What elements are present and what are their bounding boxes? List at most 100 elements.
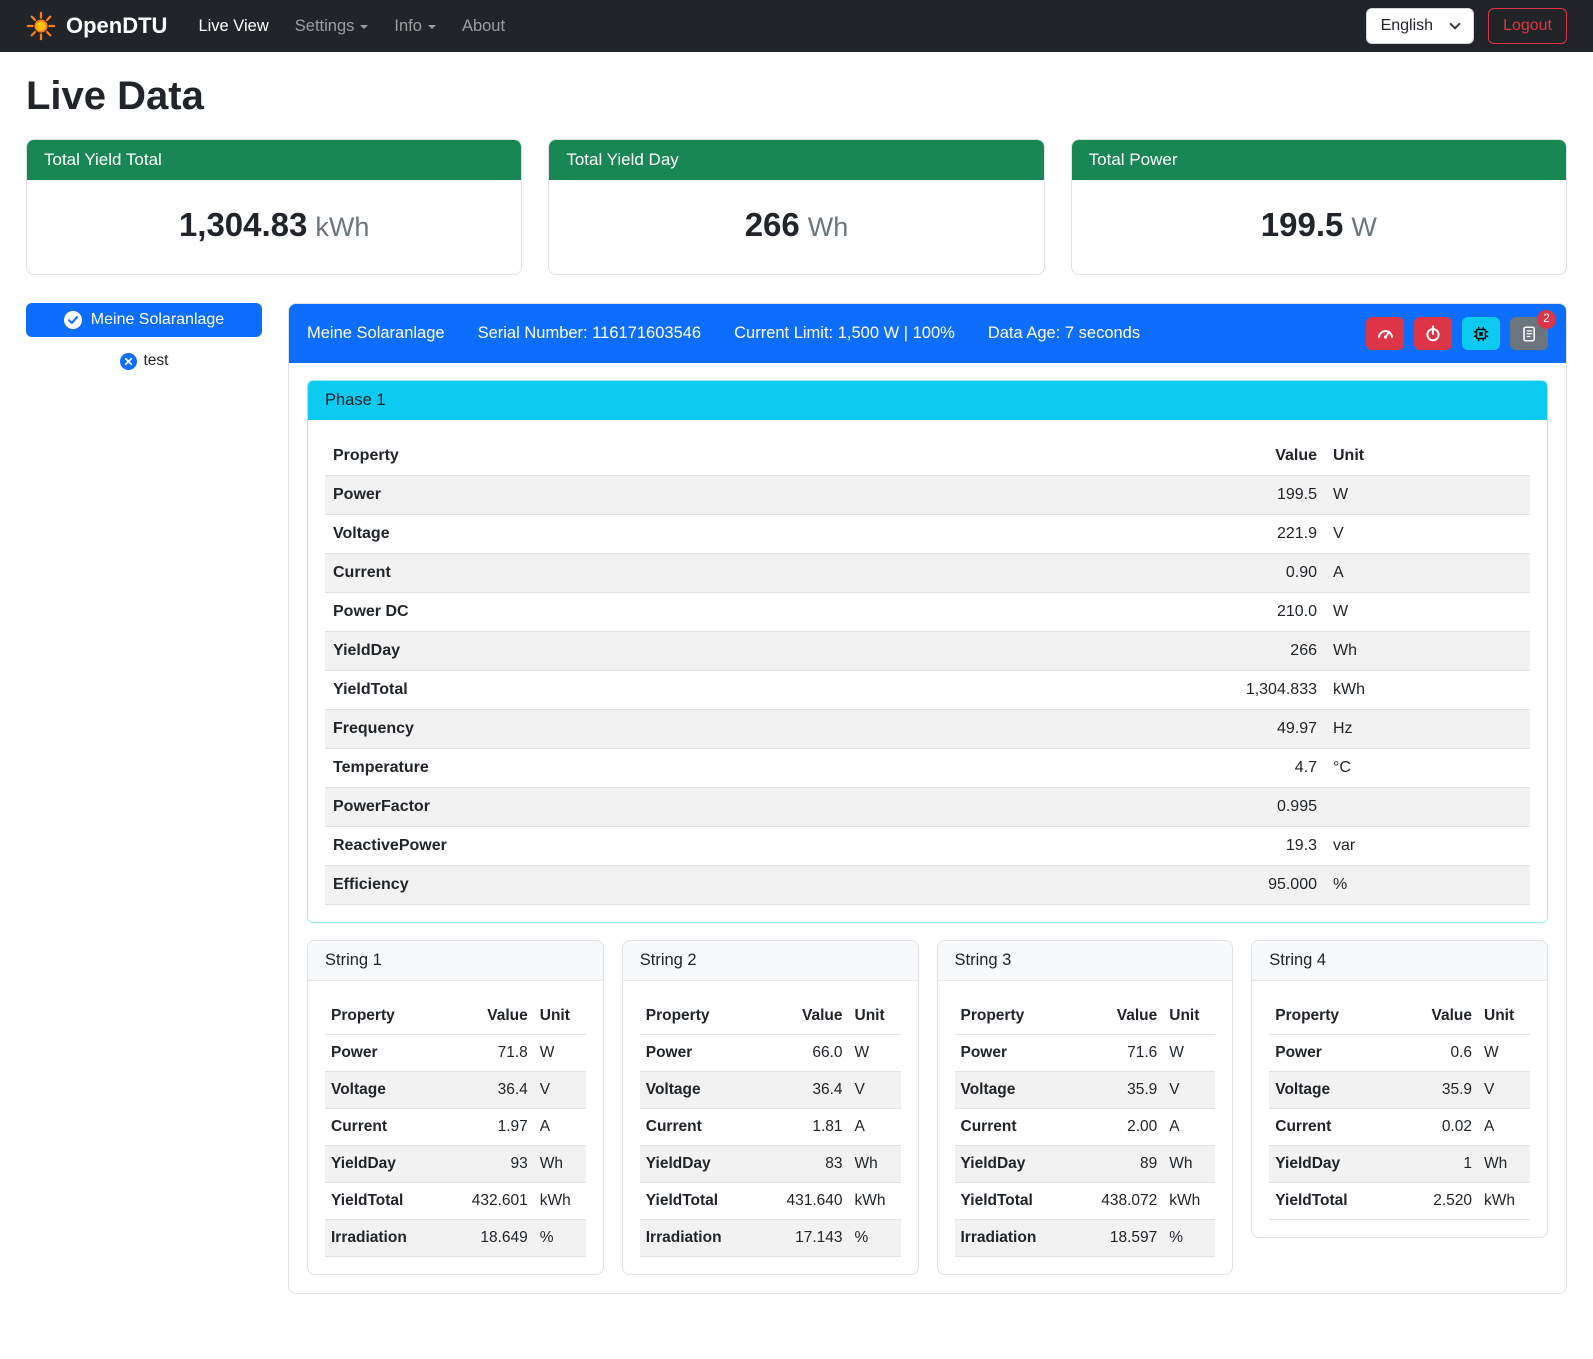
inverter-card: Meine Solaranlage Serial Number: 1161716…: [288, 303, 1567, 1294]
table-row: YieldDay93Wh: [325, 1146, 586, 1183]
table-row: Power66.0W: [640, 1035, 901, 1072]
value-cell: 35.9: [1083, 1072, 1163, 1109]
table-row: Power DC210.0W: [325, 593, 1530, 632]
inverter-limit: Current Limit: 1,500 W | 100%: [734, 324, 955, 343]
unit-cell: A: [1478, 1109, 1530, 1146]
summary-card-total-yield-total: Total Yield Total 1,304.83kWh: [26, 139, 522, 275]
unit-cell: W: [849, 1035, 901, 1072]
caret-down-icon: [428, 25, 436, 29]
unit-cell: kWh: [534, 1183, 586, 1220]
column-header-property: Property: [955, 998, 1084, 1035]
property-cell: Current: [325, 1109, 454, 1146]
main-content: Meine Solaranlage test Meine Solaranlage…: [0, 303, 1593, 1324]
unit-cell: V: [1478, 1072, 1530, 1109]
table-row: ReactivePower19.3var: [325, 827, 1530, 866]
summary-card-unit: kWh: [315, 212, 369, 242]
value-cell: 36.4: [769, 1072, 849, 1109]
journal-icon: [1520, 325, 1538, 343]
value-cell: 266: [1205, 632, 1325, 671]
phase-card: Phase 1 Property Value Unit Power199.5W …: [307, 380, 1548, 923]
inverter-select-button[interactable]: Meine Solaranlage: [26, 303, 262, 337]
property-cell: ReactivePower: [325, 827, 1205, 866]
summary-card-title: Total Power: [1072, 140, 1566, 180]
property-cell: Current: [325, 554, 1205, 593]
nav-item-live-view[interactable]: Live View: [185, 9, 281, 44]
column-header-unit: Unit: [1163, 998, 1215, 1035]
brand[interactable]: OpenDTU: [26, 11, 167, 41]
value-cell: 0.90: [1205, 554, 1325, 593]
property-cell: YieldTotal: [325, 671, 1205, 710]
table-row: Voltage221.9V: [325, 515, 1530, 554]
value-cell: 0.02: [1398, 1109, 1478, 1146]
check-circle-icon: [64, 311, 82, 329]
table-row: YieldTotal431.640kWh: [640, 1183, 901, 1220]
inverter-name: Meine Solaranlage: [307, 324, 445, 343]
string-table: Property Value Unit Power0.6W Voltage35.…: [1269, 998, 1530, 1220]
value-cell: 221.9: [1205, 515, 1325, 554]
summary-cards: Total Yield Total 1,304.83kWh Total Yiel…: [0, 139, 1593, 275]
property-cell: YieldTotal: [955, 1183, 1084, 1220]
inverter-card-header: Meine Solaranlage Serial Number: 1161716…: [289, 304, 1566, 363]
property-cell: YieldDay: [640, 1146, 769, 1183]
unit-cell: V: [1325, 515, 1530, 554]
value-cell: 66.0: [769, 1035, 849, 1072]
phase-title: Phase 1: [308, 381, 1547, 420]
property-cell: Irradiation: [955, 1220, 1084, 1257]
sidebar-item-test[interactable]: test: [26, 352, 262, 370]
nav-item-settings[interactable]: Settings: [282, 9, 382, 44]
table-row: Voltage35.9V: [955, 1072, 1216, 1109]
value-cell: 438.072: [1083, 1183, 1163, 1220]
summary-card-unit: W: [1351, 212, 1376, 242]
string-card-2: String 2 Property Value Unit Power66.0W: [622, 940, 919, 1275]
top-navbar: OpenDTU Live View Settings Info About En…: [0, 0, 1593, 52]
unit-cell: [1325, 788, 1530, 827]
value-cell: 18.597: [1083, 1220, 1163, 1257]
property-cell: Power DC: [325, 593, 1205, 632]
device-info-button[interactable]: [1462, 317, 1500, 350]
column-header-value: Value: [454, 998, 534, 1035]
value-cell: 432.601: [454, 1183, 534, 1220]
table-row: Voltage35.9V: [1269, 1072, 1530, 1109]
logout-button[interactable]: Logout: [1488, 8, 1567, 44]
language-selector[interactable]: English: [1366, 8, 1474, 44]
unit-cell: W: [1478, 1035, 1530, 1072]
unit-cell: A: [534, 1109, 586, 1146]
summary-card-total-yield-day: Total Yield Day 266Wh: [548, 139, 1044, 275]
unit-cell: var: [1325, 827, 1530, 866]
property-cell: Voltage: [955, 1072, 1084, 1109]
property-cell: YieldDay: [325, 1146, 454, 1183]
table-row: Current0.02A: [1269, 1109, 1530, 1146]
property-cell: Power: [325, 476, 1205, 515]
inverter-data-age: Data Age: 7 seconds: [988, 324, 1140, 343]
table-row: YieldTotal438.072kWh: [955, 1183, 1216, 1220]
unit-cell: W: [1325, 476, 1530, 515]
event-log-button[interactable]: 2: [1510, 317, 1548, 350]
table-row: YieldDay266Wh: [325, 632, 1530, 671]
sun-logo-icon: [26, 11, 56, 41]
table-row: Current0.90A: [325, 554, 1530, 593]
table-row: YieldDay89Wh: [955, 1146, 1216, 1183]
table-row: Voltage36.4V: [325, 1072, 586, 1109]
x-circle-icon: [120, 353, 137, 370]
inverter-sidebar: Meine Solaranlage test: [26, 303, 262, 370]
table-row: Efficiency95.000%: [325, 866, 1530, 905]
column-header-unit: Unit: [849, 998, 901, 1035]
nav-item-about[interactable]: About: [449, 9, 518, 44]
unit-cell: kWh: [1478, 1183, 1530, 1220]
string-title: String 1: [308, 941, 603, 981]
value-cell: 1: [1398, 1146, 1478, 1183]
column-header-property: Property: [325, 998, 454, 1035]
nav-item-info[interactable]: Info: [381, 9, 449, 44]
limit-settings-button[interactable]: [1366, 317, 1404, 350]
unit-cell: kWh: [849, 1183, 901, 1220]
string-title: String 3: [938, 941, 1233, 981]
value-cell: 71.6: [1083, 1035, 1163, 1072]
property-cell: Temperature: [325, 749, 1205, 788]
power-icon: [1424, 325, 1442, 343]
unit-cell: %: [1325, 866, 1530, 905]
table-row: Power71.6W: [955, 1035, 1216, 1072]
unit-cell: W: [534, 1035, 586, 1072]
summary-card-value: 199.5: [1261, 206, 1344, 243]
power-settings-button[interactable]: [1414, 317, 1452, 350]
column-header-property: Property: [1269, 998, 1398, 1035]
